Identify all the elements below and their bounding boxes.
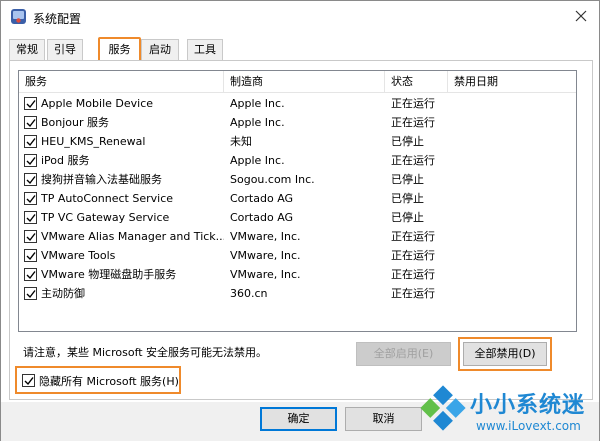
table-row[interactable]: VMware Alias Manager and Tick... VMware, … bbox=[19, 227, 576, 246]
table-row[interactable]: TP AutoConnect Service Cortado AG 已停止 bbox=[19, 189, 576, 208]
service-status: 正在运行 bbox=[391, 116, 435, 129]
service-checkbox[interactable] bbox=[24, 211, 37, 224]
checkmark-icon bbox=[26, 176, 36, 185]
service-name: 搜狗拼音输入法基础服务 bbox=[41, 173, 162, 186]
service-name: TP AutoConnect Service bbox=[41, 192, 174, 205]
notice-text: 请注意，某些 Microsoft 安全服务可能无法禁用。 bbox=[23, 346, 268, 359]
checkmark-icon bbox=[26, 290, 36, 299]
table-row[interactable]: TP VC Gateway Service Cortado AG 已停止 bbox=[19, 208, 576, 227]
watermark-url: www.iLovext.com bbox=[476, 419, 581, 433]
service-name: iPod 服务 bbox=[41, 154, 90, 167]
column-header-service[interactable]: 服务 bbox=[19, 71, 224, 93]
checkmark-icon bbox=[26, 119, 36, 128]
close-button[interactable] bbox=[569, 5, 593, 27]
service-checkbox[interactable] bbox=[24, 173, 37, 186]
service-checkbox[interactable] bbox=[24, 230, 37, 243]
service-checkbox[interactable] bbox=[24, 135, 37, 148]
list-header: 服务 制造商 状态 禁用日期 bbox=[19, 71, 576, 93]
service-status: 正在运行 bbox=[391, 249, 435, 262]
checkmark-icon bbox=[24, 377, 34, 386]
service-name: 主动防御 bbox=[41, 287, 85, 300]
checkmark-icon bbox=[26, 138, 36, 147]
window-title: 系统配置 bbox=[33, 12, 82, 26]
service-name: Apple Mobile Device bbox=[41, 97, 154, 110]
service-name: VMware Tools bbox=[41, 249, 116, 262]
table-row[interactable]: VMware Tools VMware, Inc. 正在运行 bbox=[19, 246, 576, 265]
service-status: 正在运行 bbox=[391, 287, 435, 300]
table-row[interactable]: VMware 物理磁盘助手服务 VMware, Inc. 正在运行 bbox=[19, 265, 576, 284]
service-manufacturer: 未知 bbox=[230, 135, 252, 148]
service-checkbox[interactable] bbox=[24, 268, 37, 281]
service-manufacturer: Cortado AG bbox=[230, 211, 294, 224]
service-checkbox[interactable] bbox=[24, 116, 37, 129]
service-manufacturer: VMware, Inc. bbox=[230, 249, 301, 262]
service-manufacturer: VMware, Inc. bbox=[230, 268, 301, 281]
checkmark-icon bbox=[26, 271, 36, 280]
hide-ms-services-label: 隐藏所有 Microsoft 服务(H) bbox=[39, 375, 179, 388]
watermark: 小小系统迷 www.iLovext.com bbox=[416, 381, 600, 441]
watermark-logo-icon bbox=[420, 385, 466, 431]
service-name: HEU_KMS_Renewal bbox=[41, 135, 146, 148]
service-status: 已停止 bbox=[391, 135, 424, 148]
service-checkbox[interactable] bbox=[24, 249, 37, 262]
system-config-app-icon bbox=[11, 9, 26, 24]
service-name: TP VC Gateway Service bbox=[41, 211, 170, 224]
tab-strip: 常规 引导 服务 启动 工具 bbox=[9, 37, 593, 62]
tab-services[interactable]: 服务 bbox=[98, 37, 141, 62]
service-status: 正在运行 bbox=[391, 230, 435, 243]
checkmark-icon bbox=[26, 252, 36, 261]
table-row[interactable]: Bonjour 服务 Apple Inc. 正在运行 bbox=[19, 113, 576, 132]
table-row[interactable]: iPod 服务 Apple Inc. 正在运行 bbox=[19, 151, 576, 170]
column-header-disable-date[interactable]: 禁用日期 bbox=[448, 71, 576, 93]
service-name: VMware 物理磁盘助手服务 bbox=[41, 268, 177, 281]
tab-startup[interactable]: 启动 bbox=[141, 39, 179, 61]
service-manufacturer: Cortado AG bbox=[230, 192, 294, 205]
disable-all-button[interactable]: 全部禁用(D) bbox=[458, 337, 552, 371]
service-status: 正在运行 bbox=[391, 154, 435, 167]
close-icon bbox=[575, 10, 587, 22]
service-checkbox[interactable] bbox=[24, 97, 37, 110]
service-checkbox[interactable] bbox=[24, 154, 37, 167]
table-row[interactable]: 搜狗拼音输入法基础服务 Sogou.com Inc. 已停止 bbox=[19, 170, 576, 189]
hide-ms-services-option[interactable]: 隐藏所有 Microsoft 服务(H) bbox=[15, 366, 181, 394]
service-checkbox[interactable] bbox=[24, 287, 37, 300]
service-manufacturer: 360.cn bbox=[230, 287, 268, 300]
column-header-manufacturer[interactable]: 制造商 bbox=[224, 71, 385, 93]
service-status: 已停止 bbox=[391, 211, 424, 224]
checkmark-icon bbox=[26, 157, 36, 166]
service-checkbox[interactable] bbox=[24, 192, 37, 205]
service-status: 已停止 bbox=[391, 173, 424, 186]
service-manufacturer: VMware, Inc. bbox=[230, 230, 301, 243]
service-manufacturer: Apple Inc. bbox=[230, 97, 285, 110]
enable-all-button[interactable]: 全部启用(E) bbox=[356, 342, 451, 366]
ok-button[interactable]: 确定 bbox=[260, 407, 337, 431]
service-name: Bonjour 服务 bbox=[41, 116, 110, 129]
service-name: VMware Alias Manager and Tick... bbox=[41, 230, 224, 243]
service-status: 已停止 bbox=[391, 192, 424, 205]
system-config-window: 系统配置 常规 引导 服务 启动 工具 服务 制造商 状态 禁用日期 Apple… bbox=[0, 0, 600, 441]
cancel-button[interactable]: 取消 bbox=[345, 407, 422, 431]
service-status: 正在运行 bbox=[391, 268, 435, 281]
column-header-status[interactable]: 状态 bbox=[385, 71, 448, 93]
checkmark-icon bbox=[26, 233, 36, 242]
hide-ms-services-checkbox[interactable] bbox=[22, 374, 35, 387]
tab-tools[interactable]: 工具 bbox=[187, 39, 223, 61]
checkmark-icon bbox=[26, 100, 36, 109]
title-bar: 系统配置 bbox=[1, 1, 599, 32]
table-row[interactable]: Apple Mobile Device Apple Inc. 正在运行 bbox=[19, 94, 576, 113]
services-list[interactable]: 服务 制造商 状态 禁用日期 Apple Mobile Device Apple … bbox=[18, 70, 577, 332]
service-manufacturer: Apple Inc. bbox=[230, 116, 285, 129]
service-manufacturer: Sogou.com Inc. bbox=[230, 173, 315, 186]
tab-boot[interactable]: 引导 bbox=[47, 39, 83, 61]
checkmark-icon bbox=[26, 195, 36, 204]
watermark-title: 小小系统迷 bbox=[470, 393, 586, 418]
table-row[interactable]: 主动防御 360.cn 正在运行 bbox=[19, 284, 576, 303]
service-manufacturer: Apple Inc. bbox=[230, 154, 285, 167]
tab-general[interactable]: 常规 bbox=[9, 39, 45, 61]
service-status: 正在运行 bbox=[391, 97, 435, 110]
checkmark-icon bbox=[26, 214, 36, 223]
table-row[interactable]: HEU_KMS_Renewal 未知 已停止 bbox=[19, 132, 576, 151]
